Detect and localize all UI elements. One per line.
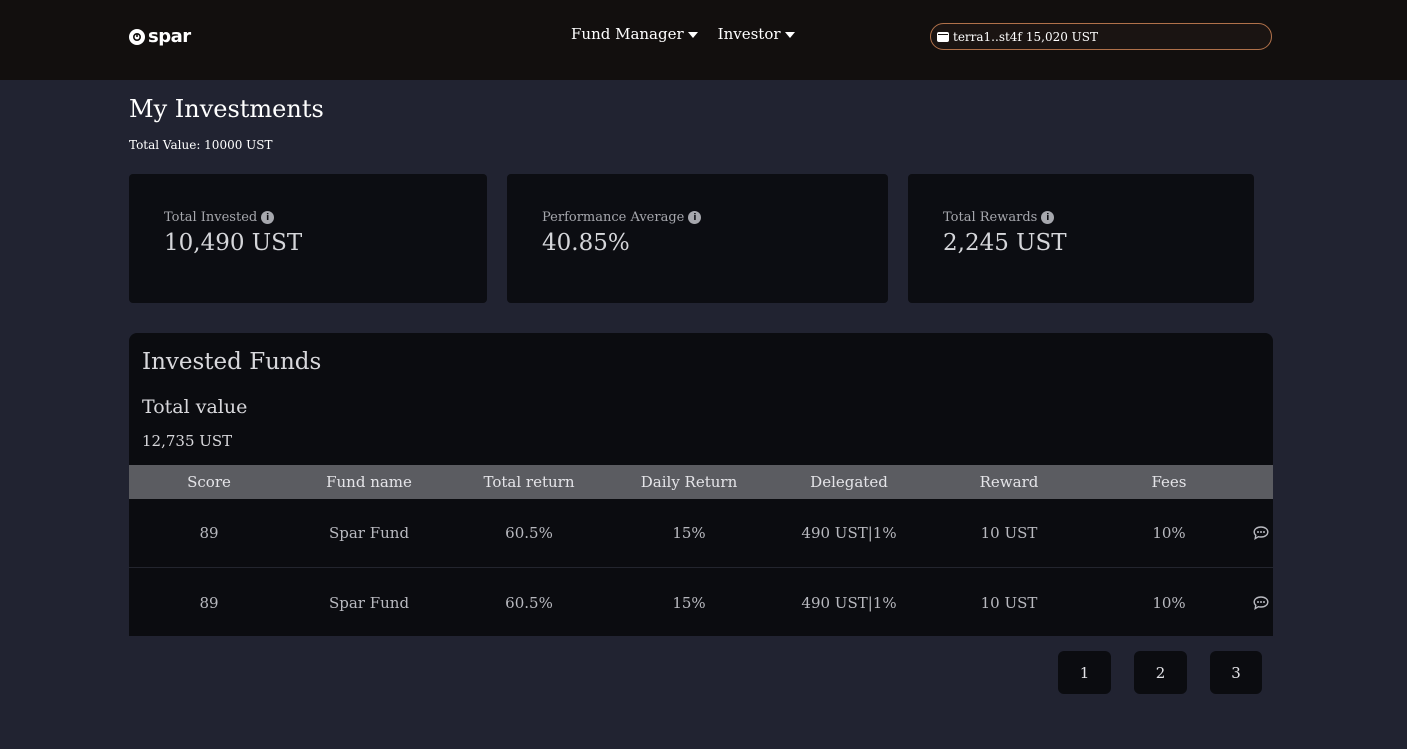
- column-header-fund-name[interactable]: Fund name: [289, 465, 449, 499]
- column-header-fees[interactable]: Fees: [1089, 465, 1249, 499]
- panel-subtitle: Total value: [142, 396, 248, 418]
- nav-fund-manager[interactable]: Fund Manager: [571, 25, 698, 43]
- cell-fees: 10%: [1152, 594, 1186, 612]
- nav-investor[interactable]: Investor: [718, 25, 795, 43]
- wallet-icon: [937, 31, 949, 42]
- column-header-reward[interactable]: Reward: [929, 465, 1089, 499]
- cell-score: 89: [199, 524, 219, 542]
- stat-label: Total Invested i: [164, 210, 275, 225]
- panel-title: Invested Funds: [142, 349, 322, 375]
- wallet-balance: 15,020 UST: [1025, 29, 1099, 44]
- cell-delegated: 490 UST|1%: [801, 594, 897, 612]
- page-title: My Investments: [129, 95, 324, 123]
- main-nav: Fund Manager Investor: [571, 25, 795, 43]
- column-header-total-return[interactable]: Total return: [449, 465, 609, 499]
- cell-reward: 10 UST: [980, 594, 1038, 612]
- spar-logo[interactable]: spar: [129, 28, 191, 46]
- info-icon[interactable]: i: [1041, 211, 1055, 224]
- page-button-1[interactable]: 1: [1058, 651, 1111, 694]
- stat-label: Performance Average i: [542, 210, 702, 225]
- cell-score: 89: [199, 594, 219, 612]
- top-navbar: spar Fund Manager Investor terra1..st4f …: [0, 0, 1407, 80]
- stat-card-total-rewards: Total Rewards i 2,245 UST: [908, 174, 1254, 303]
- nav-investor-label: Investor: [717, 25, 781, 43]
- logo-text: spar: [148, 26, 191, 47]
- column-header-score[interactable]: Score: [129, 465, 289, 499]
- page-button-3[interactable]: 3: [1210, 651, 1262, 694]
- chevron-down-icon: [784, 31, 795, 38]
- stat-label: Total Rewards i: [943, 210, 1055, 225]
- column-header-daily-return[interactable]: Daily Return: [609, 465, 769, 499]
- info-icon[interactable]: i: [688, 211, 702, 224]
- info-icon[interactable]: i: [261, 211, 275, 224]
- nav-fund-manager-label: Fund Manager: [571, 25, 684, 43]
- cell-fund-name: Spar Fund: [328, 524, 410, 542]
- stat-value: 10,490 UST: [164, 230, 303, 256]
- table-row[interactable]: 89 Spar Fund 60.5% 15% 490 UST|1% 10 UST…: [129, 499, 1273, 568]
- stat-value: 2,245 UST: [943, 230, 1067, 256]
- wallet-button[interactable]: terra1..st4f 15,020 UST: [930, 23, 1272, 50]
- page-button-2[interactable]: 2: [1134, 651, 1187, 694]
- stat-label-text: Performance Average: [542, 210, 685, 225]
- cell-fees: 10%: [1152, 524, 1186, 542]
- table-header: Score Fund name Total return Daily Retur…: [129, 465, 1273, 499]
- cell-total-return: 60.5%: [505, 594, 553, 612]
- chat-icon[interactable]: [1253, 526, 1269, 540]
- stat-card-performance-average: Performance Average i 40.85%: [507, 174, 888, 303]
- stat-value: 40.85%: [542, 230, 630, 256]
- stat-label-text: Total Invested: [164, 210, 258, 225]
- cell-fund-name: Spar Fund: [328, 594, 410, 612]
- stat-label-text: Total Rewards: [943, 210, 1038, 225]
- chevron-down-icon: [687, 31, 698, 38]
- wallet-address: terra1..st4f: [953, 29, 1022, 44]
- column-header-delegated[interactable]: Delegated: [769, 465, 929, 499]
- total-value-text: Total Value: 10000 UST: [129, 138, 273, 152]
- stat-card-total-invested: Total Invested i 10,490 UST: [129, 174, 487, 303]
- table-row[interactable]: 89 Spar Fund 60.5% 15% 490 UST|1% 10 UST…: [129, 569, 1273, 636]
- cell-daily-return: 15%: [672, 524, 706, 542]
- cell-reward: 10 UST: [980, 524, 1038, 542]
- spar-logo-icon: [129, 29, 145, 45]
- chat-icon[interactable]: [1253, 596, 1269, 610]
- invested-funds-panel: Invested Funds Total value 12,735 UST Sc…: [129, 333, 1273, 636]
- panel-total-value: 12,735 UST: [142, 432, 233, 450]
- cell-delegated: 490 UST|1%: [801, 524, 897, 542]
- cell-total-return: 60.5%: [505, 524, 553, 542]
- cell-daily-return: 15%: [672, 594, 706, 612]
